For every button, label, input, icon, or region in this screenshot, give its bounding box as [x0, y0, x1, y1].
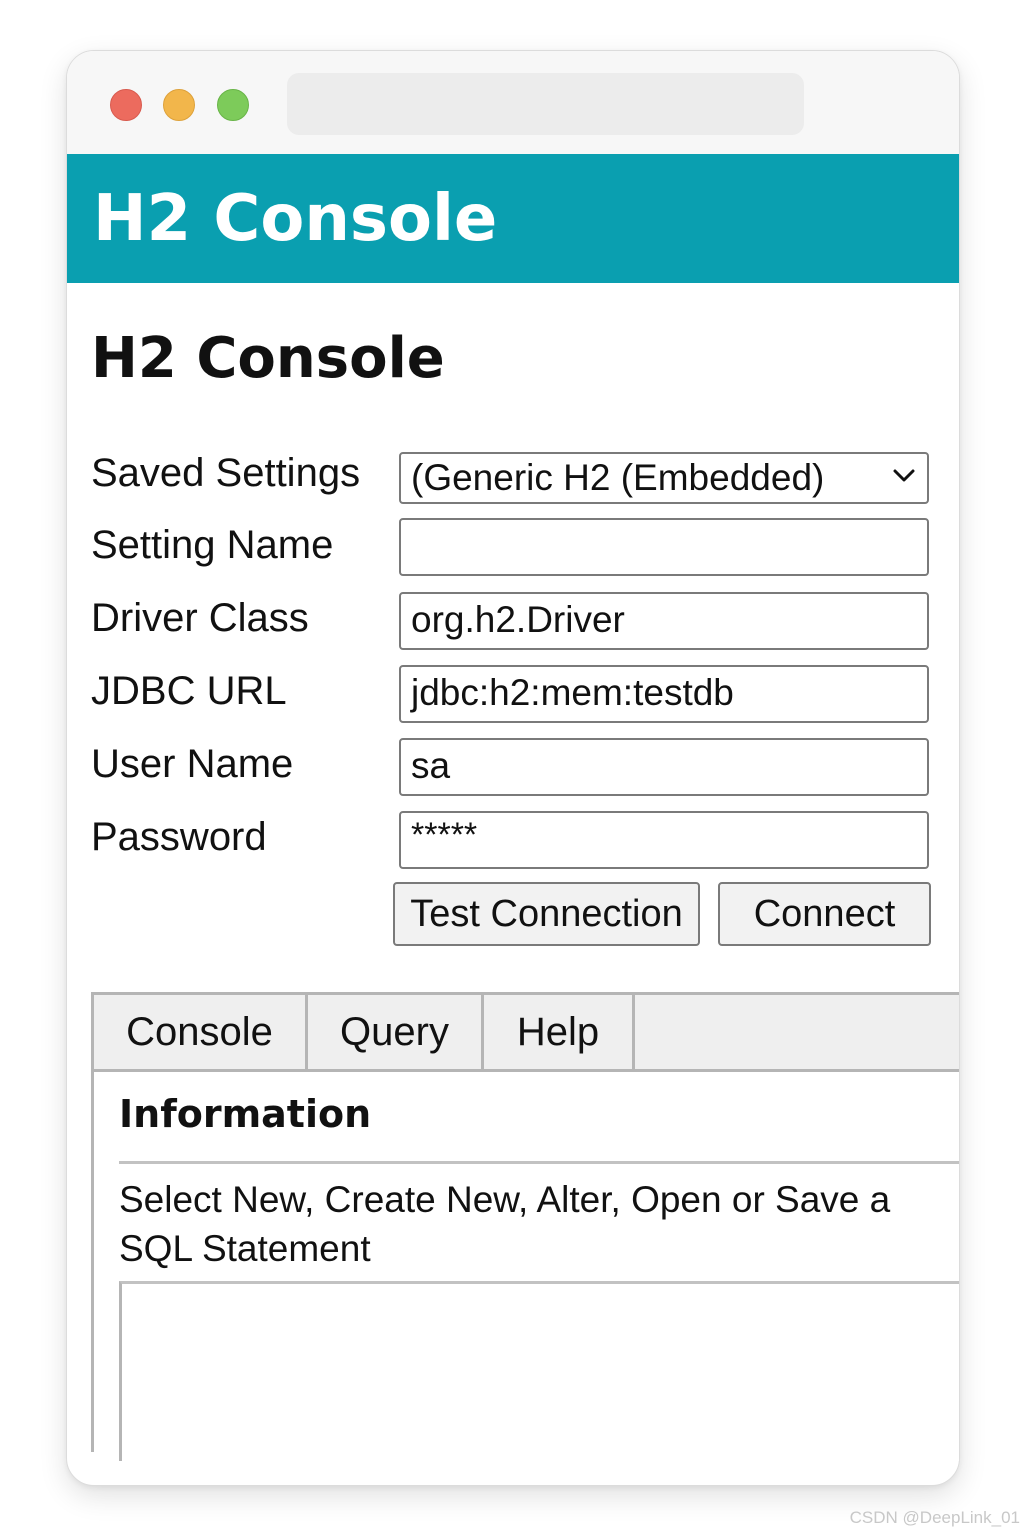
page-title: H2 Console [91, 326, 445, 391]
watermark: CSDN @DeepLink_01 [849, 1508, 1020, 1527]
tab-help[interactable]: Help [484, 995, 635, 1069]
jdbc-url-label: JDBC URL [91, 669, 287, 713]
maximize-window-button[interactable] [217, 89, 249, 121]
information-text: Select New, Create New, Alter, Open or S… [119, 1179, 891, 1269]
window-titlebar [67, 51, 959, 154]
browser-window: H2 Console H2 Console Saved Settings Set… [66, 50, 960, 1486]
saved-settings-select[interactable]: (Generic H2 (Embedded) [399, 452, 929, 504]
saved-settings-label: Saved Settings [91, 451, 361, 495]
driver-class-input[interactable]: org.h2.Driver [399, 592, 929, 650]
console-panel: Console Query Help Information Select Ne… [91, 992, 959, 1461]
divider [119, 1161, 959, 1164]
tab-bar: Console Query Help [94, 995, 959, 1072]
sql-editor[interactable] [119, 1281, 959, 1461]
user-name-input[interactable]: sa [399, 738, 929, 796]
setting-name-label: Setting Name [91, 523, 334, 567]
password-label: Password [91, 815, 267, 859]
information-heading: Information [119, 1092, 372, 1136]
saved-settings-value: (Generic H2 (Embedded) [411, 457, 825, 498]
password-input[interactable]: ***** [399, 811, 929, 869]
address-bar[interactable] [287, 73, 804, 135]
chevron-down-icon [893, 469, 915, 482]
tab-console[interactable]: Console [94, 995, 308, 1069]
test-connection-button[interactable]: Test Connection [393, 882, 700, 946]
user-name-label: User Name [91, 742, 294, 786]
connect-button[interactable]: Connect [718, 882, 931, 946]
tab-query[interactable]: Query [308, 995, 484, 1069]
close-window-button[interactable] [110, 89, 142, 121]
minimize-window-button[interactable] [163, 89, 195, 121]
app-header: H2 Console [67, 154, 959, 283]
jdbc-url-input[interactable]: jdbc:h2:mem:testdb [399, 665, 929, 723]
header-title: H2 Console [93, 182, 498, 256]
setting-name-input[interactable] [399, 518, 929, 576]
driver-class-label: Driver Class [91, 596, 309, 640]
